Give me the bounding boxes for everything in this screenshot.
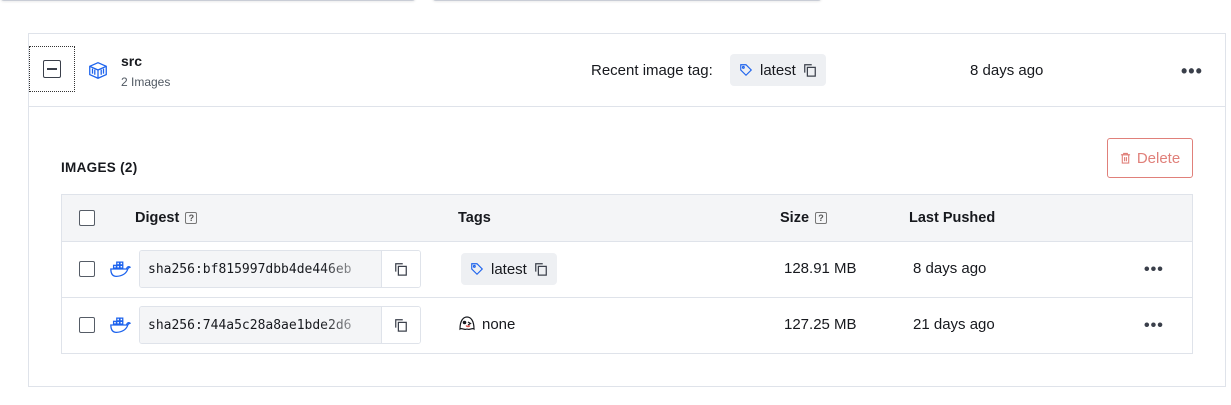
previous-card-fragment-right <box>432 0 822 1</box>
column-digest: Digest ? <box>135 210 198 226</box>
table-row: sha256:bf815997dbb4de446eb latest 128.91… <box>62 241 1192 298</box>
column-size: Size ? <box>780 210 828 226</box>
repository-header[interactable]: src 2 Images Recent image tag: latest 8 … <box>29 34 1225 107</box>
digest-value[interactable]: sha256:744a5c28a8ae1bde2d6 <box>140 307 381 343</box>
tag-icon <box>471 263 484 276</box>
copy-digest-button[interactable] <box>381 251 420 287</box>
digest-field: sha256:744a5c28a8ae1bde2d6 <box>139 306 421 344</box>
row-last-pushed: 21 days ago <box>913 316 995 333</box>
images-section-title: IMAGES (2) <box>61 160 138 175</box>
repository-more-button[interactable]: ••• <box>1181 62 1203 80</box>
docker-whale-icon <box>110 317 131 333</box>
row-more-button[interactable]: ••• <box>1144 318 1164 334</box>
package-icon <box>89 61 107 79</box>
recent-tag-value: latest <box>760 61 796 79</box>
row-tag-value: latest <box>491 260 527 278</box>
repository-image-count: 2 Images <box>121 75 171 89</box>
copy-icon[interactable] <box>803 63 817 77</box>
row-checkbox[interactable] <box>79 261 95 277</box>
digest-value[interactable]: sha256:bf815997dbb4de446eb <box>140 251 381 287</box>
table-row: sha256:744a5c28a8ae1bde2d6 none 127.25 M… <box>62 297 1192 353</box>
column-tags-label: Tags <box>458 210 491 226</box>
previous-card-fragment-left <box>0 0 416 1</box>
row-tag-none: none <box>458 315 515 333</box>
delete-button-label: Delete <box>1136 149 1181 167</box>
column-last-pushed-label: Last Pushed <box>909 210 996 226</box>
column-size-label: Size <box>780 210 810 226</box>
collapse-minus-icon <box>43 60 61 78</box>
row-last-pushed: 8 days ago <box>913 260 987 277</box>
size-help-icon[interactable]: ? <box>815 212 828 224</box>
docker-whale-icon <box>110 261 131 277</box>
repository-name[interactable]: src <box>121 53 142 69</box>
ghost-icon <box>459 316 475 331</box>
recent-tag-label: Recent image tag: <box>591 62 713 79</box>
copy-icon <box>395 319 407 332</box>
row-checkbox[interactable] <box>79 317 95 333</box>
recent-tag-chip: latest <box>730 54 826 86</box>
tag-icon <box>740 64 753 77</box>
delete-button[interactable]: Delete <box>1107 138 1193 178</box>
column-tags: Tags <box>458 210 491 226</box>
row-size: 127.25 MB <box>784 316 857 333</box>
digest-help-icon[interactable]: ? <box>185 212 198 224</box>
table-header: Digest ? Tags Size ? Last Pushed <box>62 195 1192 242</box>
column-digest-label: Digest <box>135 210 180 226</box>
images-table: Digest ? Tags Size ? Last Pushed sha256:… <box>61 194 1193 354</box>
digest-field: sha256:bf815997dbb4de446eb <box>139 250 421 288</box>
select-all-checkbox[interactable] <box>79 210 95 226</box>
copy-digest-button[interactable] <box>381 307 420 343</box>
copy-icon <box>395 263 407 276</box>
collapse-toggle[interactable] <box>29 46 75 92</box>
trash-icon <box>1120 152 1130 164</box>
row-size: 128.91 MB <box>784 260 857 277</box>
row-tag-value: none <box>482 315 516 333</box>
copy-icon[interactable] <box>534 262 548 276</box>
row-more-button[interactable]: ••• <box>1144 262 1164 278</box>
repository-last-pushed: 8 days ago <box>970 62 1044 79</box>
row-tag-chip: latest <box>461 253 557 285</box>
column-last-pushed: Last Pushed <box>909 210 995 226</box>
